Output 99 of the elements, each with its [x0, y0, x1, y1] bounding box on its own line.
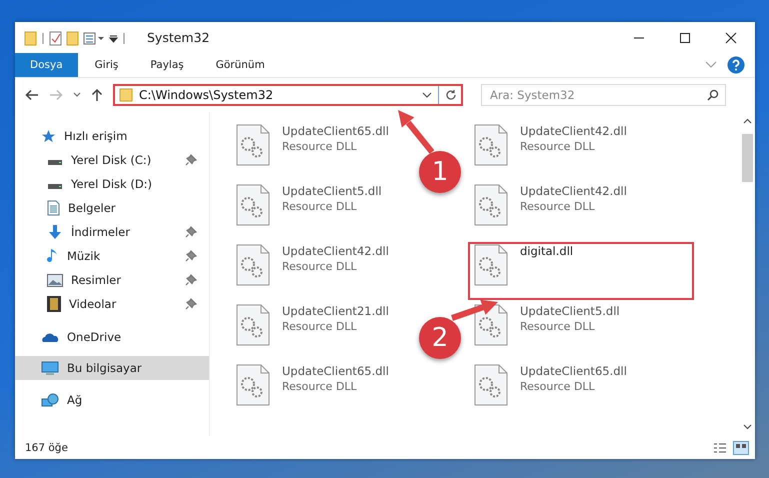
pin-icon[interactable] — [185, 298, 197, 310]
folder-icon — [119, 88, 133, 102]
sidebar-label: OneDrive — [67, 330, 122, 344]
file-type: Resource DLL — [520, 200, 596, 213]
file-item[interactable]: UpdateClient65.dll Resource DLL — [230, 362, 395, 420]
large-icons-view-icon[interactable] — [733, 440, 749, 454]
window-title: System32 — [147, 30, 210, 45]
scrollbar-thumb[interactable] — [742, 134, 753, 182]
monitor-icon — [41, 360, 59, 376]
address-bar[interactable]: C:\Windows\System32 — [113, 84, 463, 106]
sidebar-label: Hızlı erişim — [64, 129, 128, 143]
ribbon-tab[interactable]: Giriş — [80, 53, 134, 77]
item-count: 167 öğe — [25, 442, 68, 454]
dll-file-icon — [474, 364, 508, 406]
document-icon — [47, 200, 60, 216]
sidebar-item[interactable]: Müzik — [15, 244, 209, 268]
file-item[interactable]: UpdateClient42.dll Resource DLL — [468, 122, 633, 180]
file-item[interactable]: UpdateClient65.dll Resource DLL — [468, 362, 633, 420]
details-view-icon[interactable] — [713, 442, 727, 454]
music-note-icon — [47, 248, 59, 264]
dll-file-icon — [474, 304, 508, 346]
sidebar-item[interactable]: OneDrive — [15, 325, 209, 349]
picture-icon — [47, 274, 63, 286]
dll-file-icon — [236, 184, 270, 226]
sidebar-label: Videolar — [69, 297, 116, 311]
sidebar-label: Ağ — [67, 393, 82, 407]
pin-icon[interactable] — [185, 226, 197, 238]
file-type: Resource DLL — [282, 260, 358, 273]
sidebar-label: Yerel Disk (D:) — [71, 177, 152, 191]
down-arrow-icon — [47, 224, 63, 240]
dll-file-icon — [236, 364, 270, 406]
file-type: Resource DLL — [282, 200, 358, 213]
sidebar-item[interactable]: Yerel Disk (D:) — [15, 172, 209, 196]
up-arrow-icon[interactable] — [91, 88, 103, 102]
sidebar-item[interactable]: Videolar — [15, 292, 209, 316]
sidebar-label: Belgeler — [68, 201, 116, 215]
help-icon[interactable] — [727, 56, 745, 74]
file-name: UpdateClient5.dll — [520, 304, 620, 318]
annotation-arrow — [451, 300, 498, 321]
file-type: Resource DLL — [520, 380, 596, 393]
close-icon[interactable] — [725, 32, 737, 44]
sidebar-label: Bu bilgisayar — [67, 361, 142, 375]
file-name: UpdateClient65.dll — [520, 364, 627, 378]
sidebar-item[interactable]: Hızlı erişim — [15, 124, 209, 148]
sidebar-item[interactable]: Yerel Disk (C:) — [15, 148, 209, 172]
pin-icon[interactable] — [185, 250, 197, 262]
sidebar-item[interactable]: Ağ — [15, 388, 209, 412]
file-item[interactable]: UpdateClient42.dll Resource DLL — [468, 182, 633, 240]
dll-file-icon — [236, 124, 270, 166]
file-item[interactable]: digital.dll — [468, 242, 694, 300]
sidebar-label: İndirmeler — [71, 225, 130, 239]
scroll-down-icon[interactable] — [743, 424, 752, 430]
file-item[interactable]: UpdateClient5.dll Resource DLL — [468, 302, 626, 360]
sidebar-item[interactable]: Bu bilgisayar — [15, 356, 209, 380]
pin-icon[interactable] — [185, 274, 197, 286]
cloud-icon — [41, 332, 59, 342]
file-name: UpdateClient42.dll — [282, 244, 389, 258]
network-icon — [41, 392, 59, 408]
file-type: Resource DLL — [282, 320, 358, 333]
file-item[interactable]: UpdateClient42.dll Resource DLL — [230, 242, 395, 300]
chevron-down-icon[interactable] — [73, 92, 81, 98]
ribbon-tab[interactable]: Görünüm — [200, 53, 280, 77]
file-type: Resource DLL — [520, 320, 596, 333]
sidebar-label: Resimler — [71, 273, 121, 287]
file-type: Resource DLL — [520, 140, 596, 153]
dll-file-icon — [474, 124, 508, 166]
dll-file-icon — [474, 184, 508, 226]
file-name: UpdateClient65.dll — [282, 364, 389, 378]
file-item[interactable]: UpdateClient21.dll Resource DLL — [230, 302, 395, 360]
star-icon — [41, 128, 56, 144]
file-item[interactable]: UpdateClient65.dll Resource DLL — [230, 122, 395, 180]
dll-file-icon — [474, 244, 508, 286]
file-name: UpdateClient42.dll — [520, 124, 627, 138]
sidebar-label: Yerel Disk (C:) — [71, 153, 152, 167]
sidebar-item[interactable]: Belgeler — [15, 196, 209, 220]
file-name: UpdateClient5.dll — [282, 184, 382, 198]
file-item[interactable]: UpdateClient5.dll Resource DLL — [230, 182, 388, 240]
file-type: Resource DLL — [282, 380, 358, 393]
file-name: UpdateClient65.dll — [282, 124, 389, 138]
film-icon — [47, 296, 61, 312]
sidebar-item[interactable]: İndirmeler — [15, 220, 209, 244]
dll-file-icon — [236, 304, 270, 346]
sidebar-label: Müzik — [67, 249, 100, 263]
scroll-up-icon[interactable] — [743, 118, 752, 124]
chevron-down-icon[interactable] — [422, 92, 432, 98]
dll-file-icon — [236, 244, 270, 286]
sidebar-item[interactable]: Resimler — [15, 268, 209, 292]
ribbon-tab[interactable]: Paylaş — [135, 53, 199, 77]
maximize-icon[interactable] — [679, 32, 691, 44]
file-name: digital.dll — [520, 244, 574, 258]
ribbon-tab[interactable]: Dosya — [15, 53, 78, 77]
annotation-arrow — [398, 110, 434, 154]
file-name: UpdateClient42.dll — [520, 184, 627, 198]
file-name: UpdateClient21.dll — [282, 304, 389, 318]
refresh-icon[interactable] — [445, 89, 457, 101]
address-path: C:\Windows\System32 — [139, 88, 274, 102]
file-type: Resource DLL — [282, 140, 358, 153]
pin-icon[interactable] — [185, 154, 197, 166]
back-arrow-icon[interactable] — [25, 89, 39, 101]
